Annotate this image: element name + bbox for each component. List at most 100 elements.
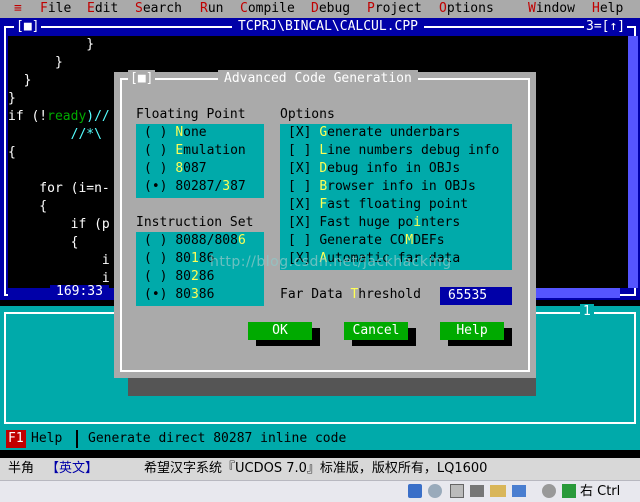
option-marker: [X] bbox=[288, 125, 320, 140]
network-icon[interactable] bbox=[408, 484, 422, 498]
code-line: } bbox=[8, 54, 63, 72]
option-checkbox[interactable]: [X] Fast huge pointers bbox=[288, 214, 460, 232]
option-marker: ( ) bbox=[144, 269, 176, 284]
menu-edit[interactable]: Edit bbox=[87, 0, 118, 18]
host-key-label: 右 Ctrl bbox=[580, 484, 621, 499]
option-marker: ( ) bbox=[144, 161, 176, 176]
code-keyword: ready bbox=[47, 109, 87, 124]
display-icon[interactable] bbox=[512, 485, 526, 497]
option-label: 86 bbox=[198, 287, 215, 302]
option-marker: ( ) bbox=[144, 125, 176, 140]
menu-window[interactable]: Window bbox=[528, 0, 575, 18]
floating-point-radio[interactable]: ( ) Emulation bbox=[144, 142, 246, 160]
option-label: one bbox=[183, 125, 207, 140]
editor-close-button[interactable]: [■] bbox=[14, 18, 42, 36]
option-marker: (•) bbox=[144, 179, 176, 194]
system-menu[interactable]: ≡ bbox=[14, 0, 22, 18]
floating-point-radio[interactable]: ( ) 8087 bbox=[144, 160, 207, 178]
menu-debug[interactable]: Debug bbox=[311, 0, 350, 18]
f1-key[interactable]: F1 bbox=[6, 430, 26, 448]
threshold-label: Far Data Threshold bbox=[280, 286, 421, 304]
option-hotkey: 6 bbox=[237, 233, 246, 248]
code-text: i bbox=[8, 253, 110, 268]
menu-bar: ≡ File Edit Search Run Compile Debug Pro… bbox=[0, 0, 640, 18]
code-comment: )// bbox=[86, 109, 110, 124]
option-label: 87 bbox=[230, 179, 246, 194]
code-line: { bbox=[8, 234, 79, 252]
menu-compile[interactable]: Compile bbox=[240, 0, 295, 18]
menu-search[interactable]: Search bbox=[135, 0, 182, 18]
host-key-icon bbox=[562, 484, 576, 498]
option-marker: [X] bbox=[288, 215, 320, 230]
option-hotkey: D bbox=[319, 161, 328, 176]
menu-help[interactable]: Help bbox=[592, 0, 623, 18]
ucdos-bar: 半角 【英文】 希望汉字系统『UCDOS 7.0』标准版，版权所有，LQ1600 bbox=[0, 458, 640, 480]
instruction-set-radio[interactable]: ( ) 80186 bbox=[144, 250, 214, 268]
option-hotkey: 2 bbox=[190, 269, 199, 284]
menu-run[interactable]: Run bbox=[200, 0, 223, 18]
option-checkbox[interactable]: [X] Generate underbars bbox=[288, 124, 460, 142]
option-label: 80287/ bbox=[175, 179, 223, 194]
message-window-number: 1 bbox=[580, 304, 594, 320]
code-text: if (p bbox=[8, 217, 110, 232]
code-line: //*\ bbox=[8, 126, 102, 144]
option-hotkey: i bbox=[413, 215, 422, 230]
option-marker: (•) bbox=[144, 287, 176, 302]
instruction-set-radio[interactable]: (•) 80386 bbox=[144, 286, 214, 304]
code-text: { bbox=[8, 145, 16, 160]
option-label: nters bbox=[421, 215, 461, 230]
editor-window-number[interactable]: 3=[↑] bbox=[584, 18, 628, 36]
input-method[interactable]: 【英文】 bbox=[46, 460, 98, 478]
option-checkbox[interactable]: [ ] Line numbers debug info bbox=[288, 142, 499, 160]
option-label: 8088/808 bbox=[175, 233, 238, 248]
usb-icon[interactable] bbox=[470, 485, 484, 497]
host-taskbar: 右 Ctrl bbox=[0, 480, 640, 502]
option-checkbox[interactable]: [ ] Generate COMDEFs bbox=[288, 232, 445, 250]
code-text: } bbox=[8, 55, 63, 70]
floppy-icon[interactable] bbox=[450, 484, 464, 498]
floating-point-radio[interactable]: ( ) None bbox=[144, 124, 207, 142]
help-button[interactable]: Help bbox=[440, 322, 504, 340]
option-label: Generate CO bbox=[319, 233, 406, 248]
option-hotkey: 3 bbox=[190, 287, 199, 302]
option-label: ine numbers debug info bbox=[327, 143, 500, 158]
option-label: rowser info in OBJs bbox=[327, 179, 476, 194]
option-checkbox[interactable]: [X] Debug info in OBJs bbox=[288, 160, 460, 178]
vertical-scrollbar[interactable] bbox=[628, 36, 638, 288]
help-hint: Help bbox=[31, 431, 63, 446]
threshold-label-rest: hreshold bbox=[358, 287, 421, 302]
menu-project[interactable]: Project bbox=[367, 0, 422, 18]
code-text: } bbox=[8, 37, 95, 52]
option-label: mulation bbox=[183, 143, 246, 158]
shared-folder-icon[interactable] bbox=[490, 485, 506, 497]
code-line: if (!ready)// bbox=[8, 108, 110, 126]
option-label: ebug info in OBJs bbox=[327, 161, 461, 176]
option-label: DEFs bbox=[413, 233, 445, 248]
ok-button[interactable]: OK bbox=[248, 322, 312, 340]
option-marker: [X] bbox=[288, 161, 320, 176]
option-hotkey: 8 bbox=[175, 161, 184, 176]
code-text: { bbox=[8, 235, 79, 250]
instruction-set-radio[interactable]: ( ) 80286 bbox=[144, 268, 214, 286]
option-label: enerate underbars bbox=[327, 125, 461, 140]
code-lines: } } }} if (!ready)// //*\ { for (i=n- { if… bbox=[0, 36, 130, 288]
width-mode[interactable]: 半角 bbox=[8, 460, 34, 478]
code-line: i bbox=[8, 252, 110, 270]
ucdos-info: 希望汉字系统『UCDOS 7.0』标准版，版权所有，LQ1600 bbox=[144, 461, 488, 476]
option-checkbox[interactable]: [X] Fast floating point bbox=[288, 196, 468, 214]
dialog-title: Advanced Code Generation bbox=[218, 70, 418, 88]
floating-point-radio[interactable]: (•) 80287/387 bbox=[144, 178, 246, 196]
option-checkbox[interactable]: [ ] Browser info in OBJs bbox=[288, 178, 476, 196]
option-hotkey: B bbox=[319, 179, 328, 194]
threshold-input[interactable]: 65535 bbox=[440, 287, 512, 305]
menu-options[interactable]: Options bbox=[439, 0, 494, 18]
disc-icon[interactable] bbox=[428, 484, 442, 498]
instruction-set-radio[interactable]: ( ) 8088/8086 bbox=[144, 232, 246, 250]
option-hotkey: G bbox=[319, 125, 328, 140]
cancel-button[interactable]: Cancel bbox=[344, 322, 408, 340]
threshold-label-pre: Far Data bbox=[280, 287, 351, 302]
mouse-icon[interactable] bbox=[542, 484, 556, 498]
code-line: } bbox=[8, 90, 16, 108]
menu-file[interactable]: File bbox=[40, 0, 71, 18]
dialog-close-button[interactable]: [■] bbox=[128, 70, 156, 88]
